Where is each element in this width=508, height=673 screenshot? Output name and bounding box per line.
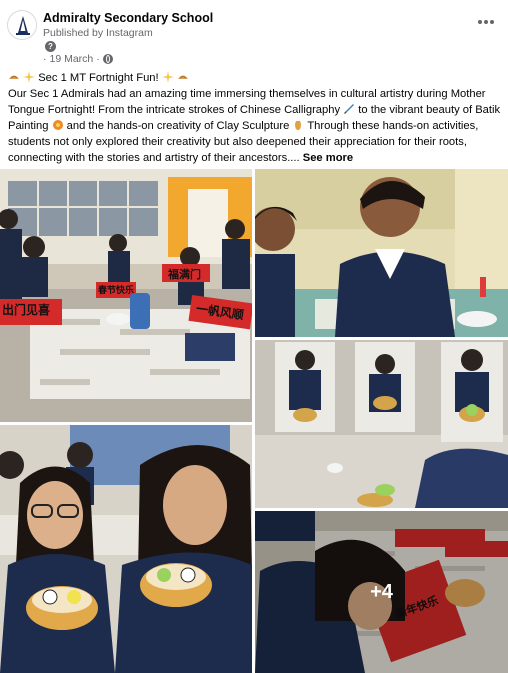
- clay-sculpture-collage-image: [255, 340, 508, 508]
- globe-icon: [102, 54, 113, 64]
- see-more-link[interactable]: See more: [303, 152, 353, 164]
- dumpling-icon: [9, 75, 19, 79]
- more-options-button[interactable]: [475, 14, 497, 36]
- sparkles-icon: [23, 71, 36, 83]
- post-meta: · 19 March ·: [43, 53, 113, 65]
- instagram-info-icon: ?: [45, 41, 56, 52]
- photo-grid: 出门见喜 春节快乐 福满门 一帆风顺 新年快乐 +4: [0, 169, 508, 673]
- more-photos-count: +4: [370, 580, 393, 603]
- post-date[interactable]: 19 March: [50, 53, 94, 65]
- photo-batik-painting[interactable]: [255, 169, 508, 337]
- orange-flower-icon: [52, 120, 63, 130]
- post-headline: Sec 1 MT Fortnight Fun!: [8, 70, 502, 86]
- school-crest-icon: [9, 12, 36, 39]
- avatar[interactable]: [7, 10, 37, 40]
- batik-painting-image: [255, 169, 508, 337]
- dumpling-icon: [177, 75, 188, 79]
- photo-calligraphy-writing[interactable]: 新年快乐 +4: [255, 511, 508, 673]
- facebook-post: Admiralty Secondary School Published by …: [0, 0, 508, 673]
- photo-classroom-calligraphy[interactable]: 出门见喜 春节快乐 福满门 一帆风顺: [0, 169, 252, 422]
- calligraphy-text-3: 福满门: [168, 269, 201, 281]
- date-separator: ·: [43, 53, 47, 65]
- calligraphy-text-2: 春节快乐: [98, 285, 135, 295]
- sparkles-icon: [161, 71, 174, 83]
- body-part-c: and the hands-on creativity of Clay Scul…: [66, 120, 290, 132]
- photo-students-clay[interactable]: [0, 425, 252, 673]
- ellipsis-icon: [478, 20, 494, 24]
- headline-text: Sec 1 MT Fortnight Fun!: [38, 72, 159, 84]
- calligraphy-text-1: 出门见喜: [2, 303, 51, 317]
- post-text: Sec 1 MT Fortnight Fun! Our Sec 1 Admira…: [8, 70, 502, 166]
- page-name[interactable]: Admiralty Secondary School: [43, 11, 213, 25]
- paintbrush-icon: [344, 104, 355, 114]
- published-via: Published by Instagram: [43, 27, 153, 39]
- students-clay-image: [0, 425, 252, 673]
- clay-pot-icon: [295, 121, 302, 130]
- more-photos-overlay[interactable]: +4: [255, 511, 508, 673]
- post-header: Admiralty Secondary School Published by …: [0, 0, 508, 65]
- date-separator-2: ·: [96, 53, 100, 65]
- post-body: Our Sec 1 Admirals had an amazing time i…: [8, 86, 502, 166]
- photo-clay-collage[interactable]: [255, 340, 508, 508]
